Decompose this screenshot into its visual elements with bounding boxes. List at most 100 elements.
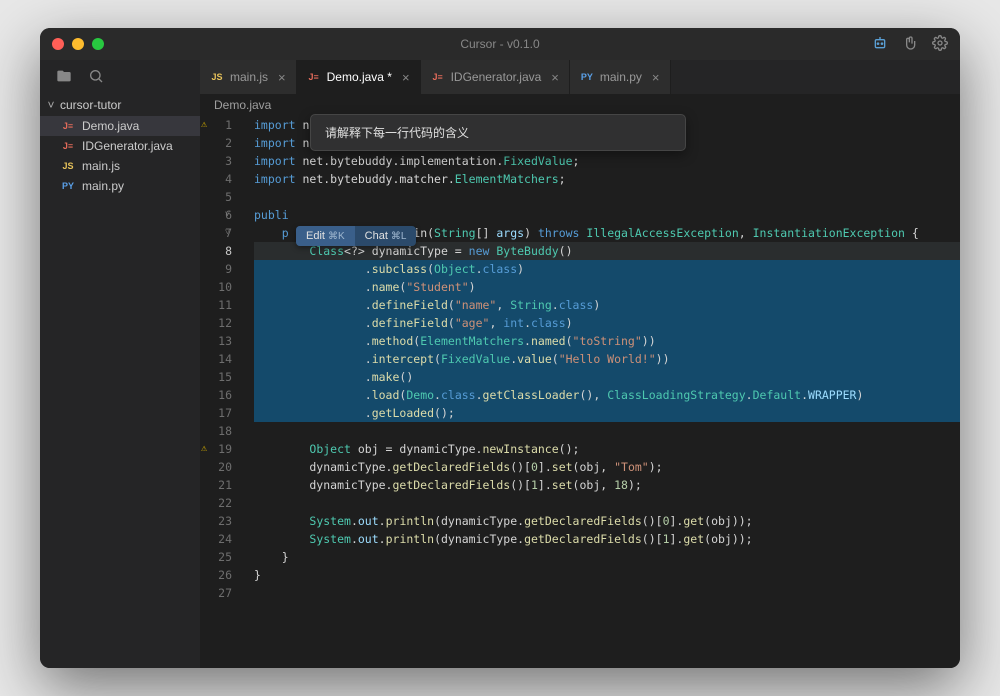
code-line[interactable]: dynamicType.getDeclaredFields()[1].set(o… (254, 476, 960, 494)
line-number: 18 (200, 422, 232, 440)
sidebar-file-item[interactable]: JSmain.js (40, 156, 200, 176)
maximize-window-button[interactable] (92, 38, 104, 50)
edit-button[interactable]: Edit⌘K (296, 226, 355, 246)
line-number: 11 (200, 296, 232, 314)
code-line[interactable]: Object obj = dynamicType.newInstance(); (254, 440, 960, 458)
chat-prompt-text: 请解释下每一行代码的含义 (325, 126, 469, 140)
code-line[interactable]: System.out.println(dynamicType.getDeclar… (254, 530, 960, 548)
editor-tab[interactable]: JS main.js × (200, 60, 297, 94)
close-icon[interactable]: × (402, 70, 410, 85)
line-number: 1 (200, 116, 232, 134)
line-number: 13 (200, 332, 232, 350)
sidebar-file-item[interactable]: J≡ IDGenerator.java (40, 136, 200, 156)
window-title: Cursor - v0.1.0 (460, 37, 539, 51)
breadcrumb-item: Demo.java (214, 98, 271, 112)
code-line[interactable]: .method(ElementMatchers.named("toString"… (254, 332, 960, 350)
line-number-gutter: 1234567891011121314151617181920212223242… (200, 116, 248, 668)
chevron-down-icon: ˅ (46, 98, 56, 112)
line-number: 2 (200, 134, 232, 152)
code-line[interactable] (254, 422, 960, 440)
file-name-label: Demo.java (82, 119, 139, 133)
code-line[interactable]: import net.bytebuddy.matcher.ElementMatc… (254, 170, 960, 188)
code-line[interactable]: .defineField("age", int.class) (254, 314, 960, 332)
line-number: 12 (200, 314, 232, 332)
tab-bar: JSmain.js×J≡Demo.java *×J≡IDGenerator.ja… (200, 60, 960, 94)
edit-chat-pill: Edit⌘K Chat⌘L (296, 226, 416, 246)
line-number: 8 (200, 242, 232, 260)
line-number: 21 (200, 476, 232, 494)
line-number: 4 (200, 170, 232, 188)
traffic-lights (52, 38, 104, 50)
file-type-icon: J≡ (60, 141, 76, 151)
close-icon[interactable]: × (551, 70, 559, 85)
close-window-button[interactable] (52, 38, 64, 50)
tab-label: Demo.java * (327, 70, 392, 84)
sidebar-file-item[interactable]: J≡ Demo.java (40, 116, 200, 136)
code-line[interactable]: .intercept(FixedValue.value("Hello World… (254, 350, 960, 368)
chat-button[interactable]: Chat⌘L (355, 226, 417, 246)
editor-area: JSmain.js×J≡Demo.java *×J≡IDGenerator.ja… (200, 60, 960, 668)
line-number: 26 (200, 566, 232, 584)
code-editor[interactable]: 1234567891011121314151617181920212223242… (200, 116, 960, 668)
code-line[interactable]: .make() (254, 368, 960, 386)
code-line[interactable] (254, 494, 960, 512)
line-number: 17 (200, 404, 232, 422)
line-number: 14 (200, 350, 232, 368)
file-type-icon: JS (60, 161, 76, 171)
code-line[interactable]: .getLoaded(); (254, 404, 960, 422)
code-line[interactable]: .name("Student") (254, 278, 960, 296)
code-line[interactable] (254, 188, 960, 206)
line-number: 25 (200, 548, 232, 566)
app-window: Cursor - v0.1.0 ˅ (40, 28, 960, 668)
editor-tab[interactable]: J≡Demo.java *× (297, 60, 421, 94)
code-line[interactable]: .load(Demo.class.getClassLoader(), Class… (254, 386, 960, 404)
code-line[interactable]: .defineField("name", String.class) (254, 296, 960, 314)
code-line[interactable]: System.out.println(dynamicType.getDeclar… (254, 512, 960, 530)
editor-tab[interactable]: J≡ IDGenerator.java × (421, 60, 570, 94)
line-number: 10 (200, 278, 232, 296)
line-number: 6 (200, 206, 232, 224)
line-number: 24 (200, 530, 232, 548)
breadcrumb[interactable]: Demo.java (200, 94, 960, 116)
line-number: 23 (200, 512, 232, 530)
folder-header[interactable]: ˅ cursor-tutor (40, 94, 200, 116)
line-number: 3 (200, 152, 232, 170)
code-line[interactable]: } (254, 566, 960, 584)
wave-icon[interactable] (902, 35, 918, 54)
sidebar-file-item[interactable]: PY main.py (40, 176, 200, 196)
close-icon[interactable]: × (652, 70, 660, 85)
search-icon[interactable] (88, 68, 104, 87)
titlebar: Cursor - v0.1.0 (40, 28, 960, 60)
minimize-window-button[interactable] (72, 38, 84, 50)
line-number: 9 (200, 260, 232, 278)
folder-icon[interactable] (56, 68, 72, 87)
line-number: 7 (200, 224, 232, 242)
file-type-icon: PY (60, 181, 76, 191)
code-content[interactable]: import neimport net.bytebuddy.dynamic.lo… (248, 116, 960, 668)
code-line[interactable]: dynamicType.getDeclaredFields()[0].set(o… (254, 458, 960, 476)
line-number: 5 (200, 188, 232, 206)
file-type-icon: J≡ (431, 72, 445, 82)
line-number: 15 (200, 368, 232, 386)
line-number: 19 (200, 440, 232, 458)
code-line[interactable]: } (254, 548, 960, 566)
chat-popup[interactable]: 请解释下每一行代码的含义 (310, 114, 686, 151)
tab-label: main.py (600, 70, 642, 84)
gear-icon[interactable] (932, 35, 948, 54)
tab-label: IDGenerator.java (451, 70, 542, 84)
line-number: 16 (200, 386, 232, 404)
code-line[interactable]: .subclass(Object.class) (254, 260, 960, 278)
file-name-label: IDGenerator.java (82, 139, 173, 153)
code-line[interactable] (254, 584, 960, 602)
code-line[interactable]: publi (254, 206, 960, 224)
code-line[interactable]: import net.bytebuddy.implementation.Fixe… (254, 152, 960, 170)
file-name-label: main.py (82, 179, 124, 193)
close-icon[interactable]: × (278, 70, 286, 85)
file-type-icon: J≡ (60, 121, 76, 131)
robot-icon[interactable] (872, 35, 888, 54)
line-number: 27 (200, 584, 232, 602)
editor-tab[interactable]: PY main.py × (570, 60, 671, 94)
file-type-icon: PY (580, 72, 594, 82)
file-type-icon: JS (210, 72, 224, 82)
tab-label: main.js (230, 70, 268, 84)
